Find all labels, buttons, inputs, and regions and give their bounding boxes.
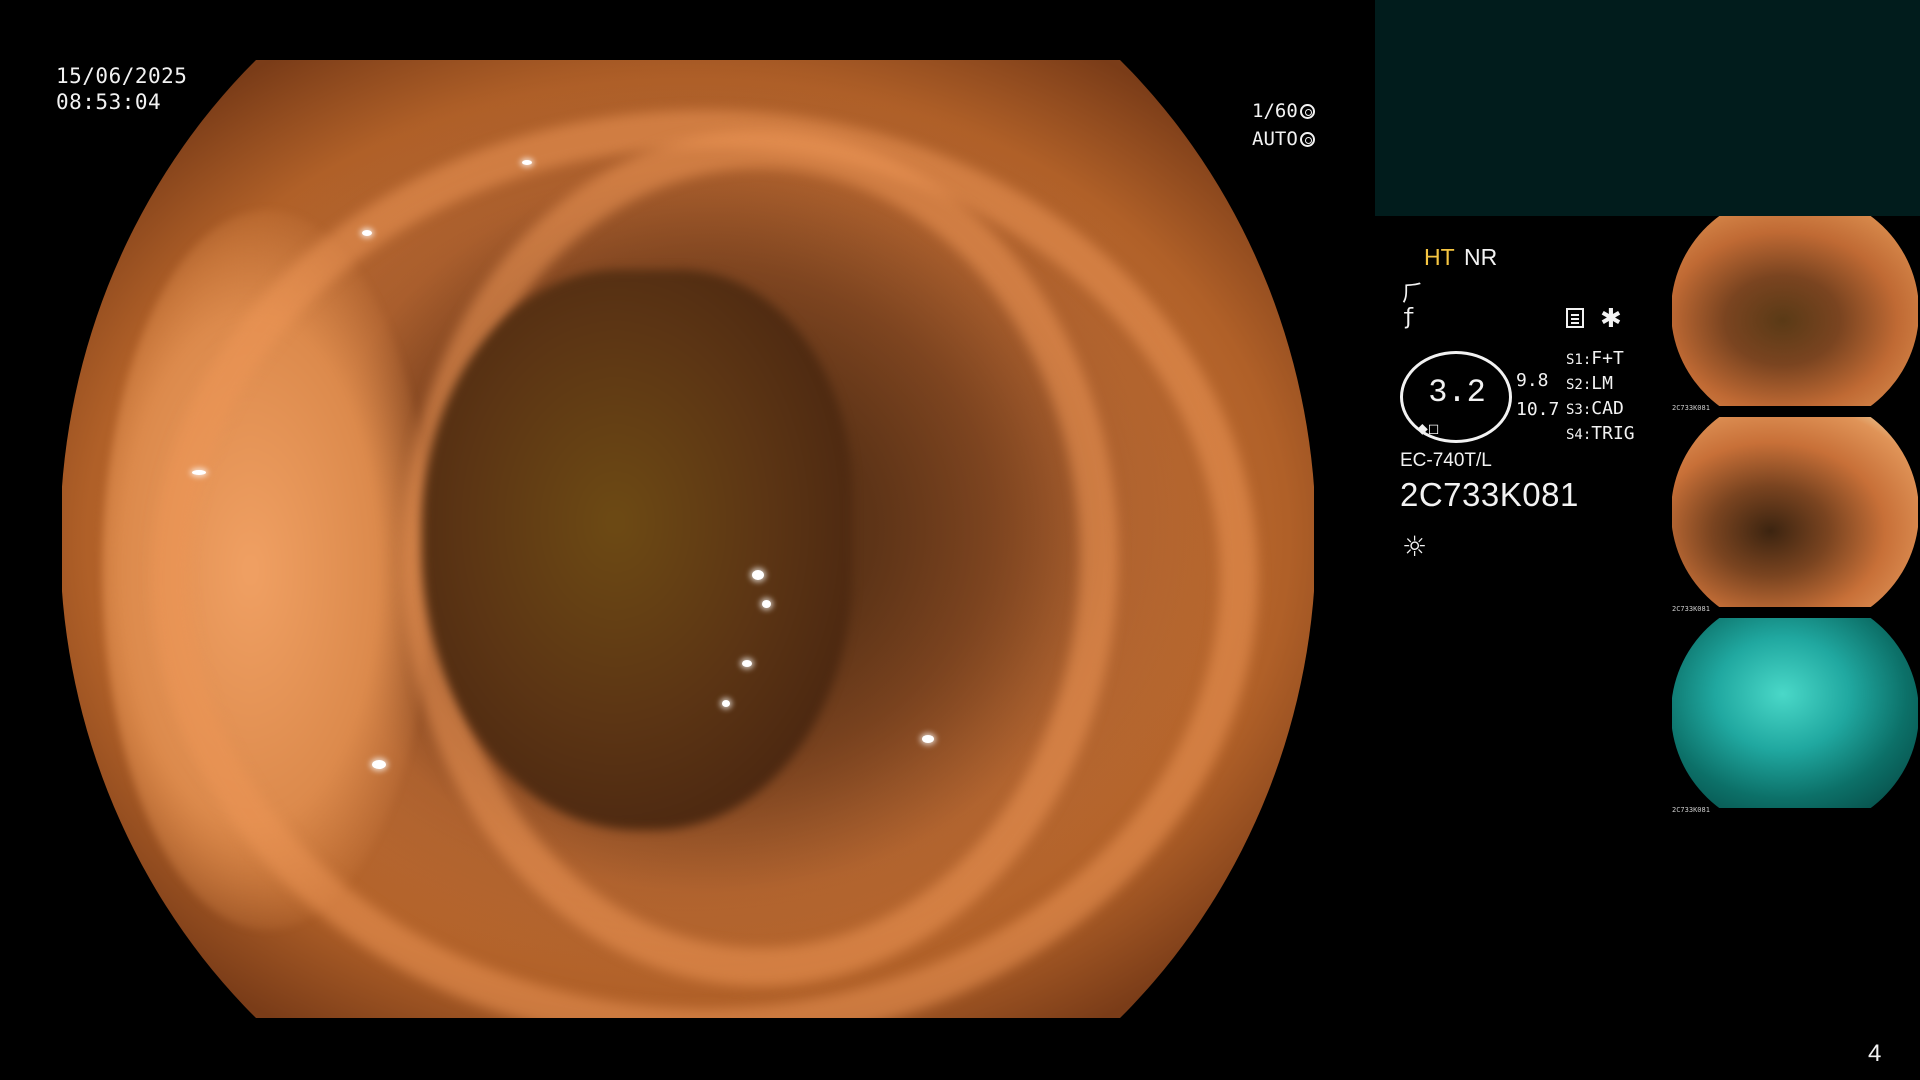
captured-thumbnail[interactable]: 2C733K081 [1670,417,1920,617]
date-label: 15/06/2025 [56,64,188,88]
switch-row: S2:LM [1566,373,1613,394]
light-reflection [742,660,752,667]
light-reflection [722,700,730,707]
switch-key: S3: [1566,402,1592,418]
shutter-speed-value: 1/60 [1252,100,1298,122]
lumen [422,270,852,830]
light-reflection [192,470,206,475]
ht-indicator: HT [1424,244,1455,270]
switch-value: TRIG [1591,423,1635,444]
thumbnail-caption: 2C733K081 [1672,605,1710,613]
document-icon [1566,308,1584,328]
light-reflection [762,600,771,608]
nr-indicator: NR [1464,244,1498,270]
captured-thumbnail[interactable]: 2C733K081 [1670,618,1920,818]
switch-key: S2: [1566,377,1592,393]
captured-thumbnail[interactable]: 2C733K081 [1670,216,1920,416]
switch-row: S4:TRIG [1566,423,1635,444]
light-source-icon: ☼ [1402,530,1428,563]
light-reflection [922,735,934,743]
exposure-mode: AUTO [1252,126,1315,152]
info-panel-top [1375,0,1920,216]
scope-serial: 2C733K081 [1400,476,1579,513]
light-reflection [362,230,372,236]
endoscope-live-view [62,60,1314,1018]
enhancement-icon: ⺁ [1402,282,1425,307]
page-number: 4 [1868,1040,1882,1067]
light-reflection [752,570,764,580]
iris-icon [1299,132,1315,147]
function-icon: ƒ [1402,305,1416,330]
readout-bottom: 10.7 [1516,399,1560,420]
shutter-speed: 1/60 [1252,98,1315,124]
thumbnail-caption: 2C733K081 [1672,806,1710,814]
switch-value: LM [1591,373,1613,394]
light-reflection [522,160,532,165]
time-label: 08:53:04 [56,90,162,114]
switch-value: F+T [1591,348,1624,369]
readout-top: 9.8 [1516,370,1549,391]
scope-model: EC-740T/L [1400,450,1492,471]
switch-row: S3:CAD [1566,398,1624,419]
asterisk-icon: ✱ [1600,304,1622,334]
switch-key: S1: [1566,352,1592,368]
exposure-mode-value: AUTO [1252,128,1298,150]
gauge-marks-icon: ◆◻ [1417,421,1440,437]
gauge-value: 3.2 [1428,374,1486,411]
switch-key: S4: [1566,427,1592,443]
switch-value: CAD [1591,398,1624,419]
aperture-icon [1299,104,1315,119]
light-reflection [372,760,386,769]
thumbnail-image [1672,417,1918,607]
thumbnail-image [1672,618,1918,808]
switch-row: S1:F+T [1566,348,1624,369]
thumbnail-image [1672,216,1918,406]
thumbnail-caption: 2C733K081 [1672,404,1710,412]
